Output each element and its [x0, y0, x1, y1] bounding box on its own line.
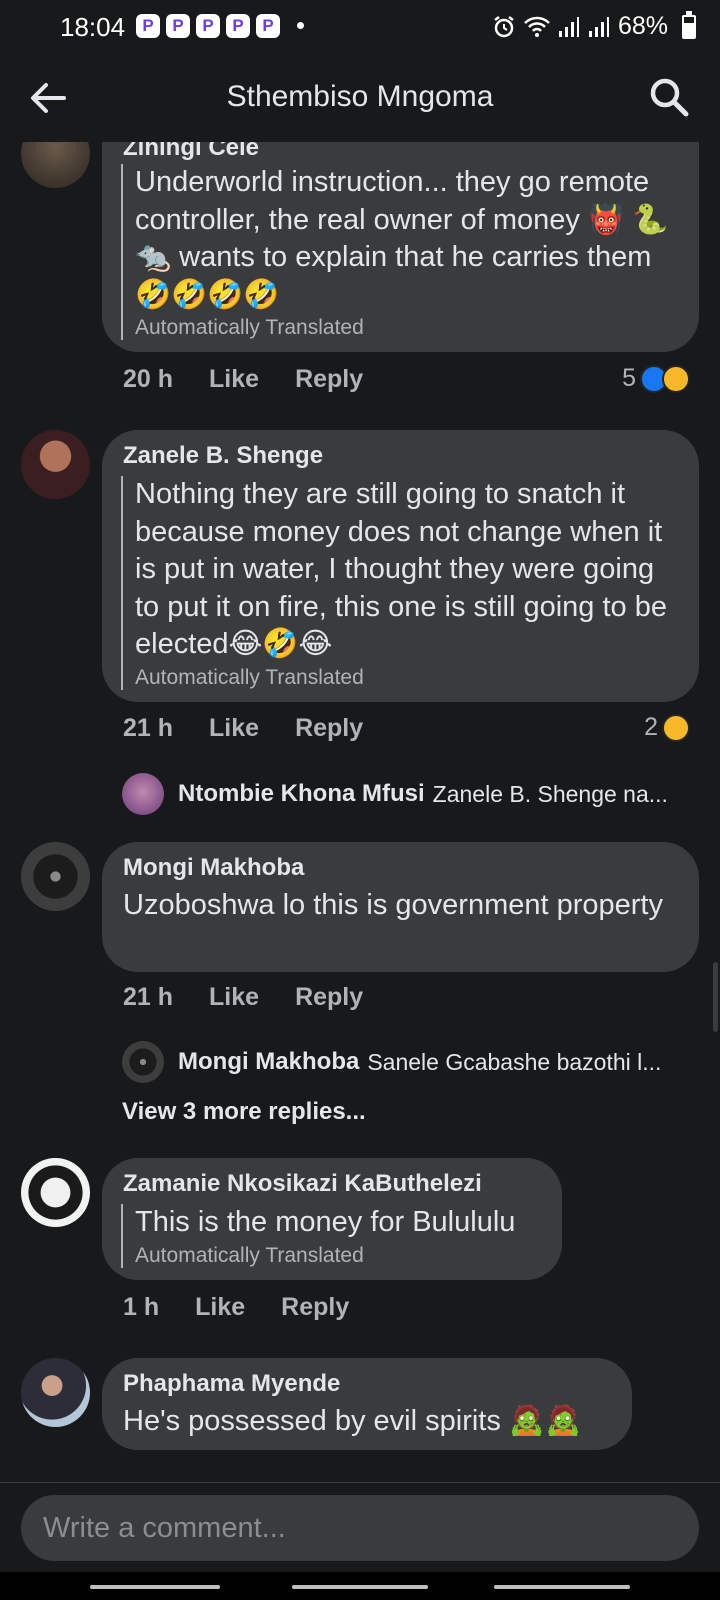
comment-bubble[interactable]: Zamanie Nkosikazi KaButhelezi This is th…	[102, 1158, 562, 1280]
comment-time: 21 h	[123, 714, 174, 742]
avatar	[122, 773, 164, 815]
comment-actions: 1 h Like Reply	[123, 1293, 385, 1322]
back-button[interactable]	[494, 1585, 630, 1589]
comment-author[interactable]: Zanele B. Shenge	[123, 442, 323, 470]
comment-bubble[interactable]: Mongi Makhoba Uzoboshwa lo this is gover…	[102, 842, 699, 972]
app-notification-icon: P	[196, 14, 220, 38]
comment-time: 1 h	[123, 1293, 160, 1321]
app-notification-icon: P	[226, 14, 250, 38]
home-button[interactable]	[292, 1585, 428, 1589]
translated-block: Nothing they are still going to snatch i…	[121, 476, 681, 690]
more-notifications-dot	[297, 22, 304, 29]
haha-reaction-icon	[662, 713, 690, 742]
translated-block: This is the money for Bulululu Automatic…	[121, 1204, 541, 1268]
reply-author[interactable]: Ntombie Khona Mfusi	[178, 780, 425, 808]
system-nav-bar	[0, 1572, 720, 1600]
app-notification-icon: P	[136, 14, 160, 38]
like-button[interactable]: Like	[209, 983, 259, 1012]
reaction-count: 5	[622, 364, 636, 392]
like-button[interactable]: Like	[209, 365, 259, 394]
wifi-icon	[524, 16, 550, 37]
recent-apps-button[interactable]	[90, 1585, 220, 1589]
reply-preview[interactable]: Ntombie Khona Mfusi Zanele B. Shenge na.…	[122, 773, 692, 815]
reply-preview[interactable]: Mongi Makhoba Sanele Gcabashe bazothi l.…	[122, 1041, 692, 1083]
app-notification-icon: P	[166, 14, 190, 38]
comments-feed[interactable]: Zihingi Cele Underworld instruction... t…	[0, 142, 720, 1482]
alarm-icon	[494, 15, 514, 37]
comment-text: This is the money for Bulululu	[135, 1206, 516, 1238]
avatar[interactable]	[21, 142, 90, 188]
reply-text: Sanele Gcabashe bazothi l...	[367, 1048, 662, 1075]
comment-time: 21 h	[123, 983, 174, 1011]
avatar[interactable]	[21, 430, 90, 499]
translation-note[interactable]: Automatically Translated	[135, 316, 681, 340]
comment-author[interactable]: Zamanie Nkosikazi KaButhelezi	[123, 1170, 482, 1198]
comment-composer	[0, 1482, 720, 1572]
comment-input[interactable]	[21, 1495, 699, 1561]
comment-text: Uzoboshwa lo this is government property	[123, 889, 663, 921]
comment-time: 20 h	[123, 365, 174, 393]
battery-level	[684, 23, 694, 37]
battery-percent: 68%	[617, 12, 668, 40]
comment-text: Nothing they are still going to snatch i…	[135, 478, 667, 660]
status-time: 18:04	[60, 12, 126, 42]
reply-text: Zanele B. Shenge na...	[432, 780, 668, 807]
app-notification-icon: P	[256, 14, 280, 38]
haha-reaction-icon	[662, 364, 690, 393]
comment-bubble[interactable]: Zihingi Cele Underworld instruction... t…	[102, 142, 699, 352]
app-header: Sthembiso Mngoma	[0, 56, 720, 142]
comment-author[interactable]: Phaphama Myende	[123, 1370, 340, 1398]
like-button[interactable]: Like	[209, 714, 259, 743]
view-more-replies-link[interactable]: View 3 more replies...	[122, 1098, 366, 1126]
scrollbar[interactable]	[713, 962, 718, 1032]
comment-actions: 20 h Like Reply	[123, 365, 399, 394]
status-bar: 18:04 P P P P P 68%	[0, 0, 720, 56]
comment-bubble[interactable]: Phaphama Myende He's possessed by evil s…	[102, 1358, 632, 1450]
battery-icon	[682, 11, 696, 39]
comment-actions: 21 h Like Reply	[123, 983, 399, 1012]
reply-author[interactable]: Mongi Makhoba	[178, 1048, 359, 1076]
like-button[interactable]: Like	[195, 1293, 245, 1322]
page-title: Sthembiso Mngoma	[226, 80, 494, 113]
signal-icon	[588, 16, 609, 37]
translation-note[interactable]: Automatically Translated	[135, 666, 681, 690]
reactions[interactable]: 5	[622, 364, 690, 393]
avatar[interactable]	[21, 842, 90, 911]
reply-button[interactable]: Reply	[295, 983, 363, 1012]
comment-text: He's possessed by evil spirits 🧟🧟	[123, 1405, 582, 1437]
comment-author[interactable]: Mongi Makhoba	[123, 854, 304, 882]
reactions[interactable]: 2	[644, 713, 690, 742]
avatar[interactable]	[21, 1158, 90, 1227]
avatar	[122, 1041, 164, 1083]
search-icon[interactable]	[648, 76, 690, 118]
notification-icons: P P P P P	[136, 14, 280, 38]
comment-author[interactable]: Zihingi Cele	[123, 142, 259, 162]
comment-actions: 21 h Like Reply	[123, 714, 399, 743]
reply-button[interactable]: Reply	[281, 1293, 349, 1322]
reply-button[interactable]: Reply	[295, 365, 363, 394]
comment-bubble[interactable]: Zanele B. Shenge Nothing they are still …	[102, 430, 699, 702]
reaction-count: 2	[644, 713, 658, 741]
reply-button[interactable]: Reply	[295, 714, 363, 743]
comment-text: Underworld instruction... they go remote…	[135, 166, 669, 311]
translation-note[interactable]: Automatically Translated	[135, 1244, 541, 1268]
signal-icon	[558, 16, 579, 37]
avatar[interactable]	[21, 1358, 90, 1427]
translated-block: Underworld instruction... they go remote…	[121, 164, 681, 340]
